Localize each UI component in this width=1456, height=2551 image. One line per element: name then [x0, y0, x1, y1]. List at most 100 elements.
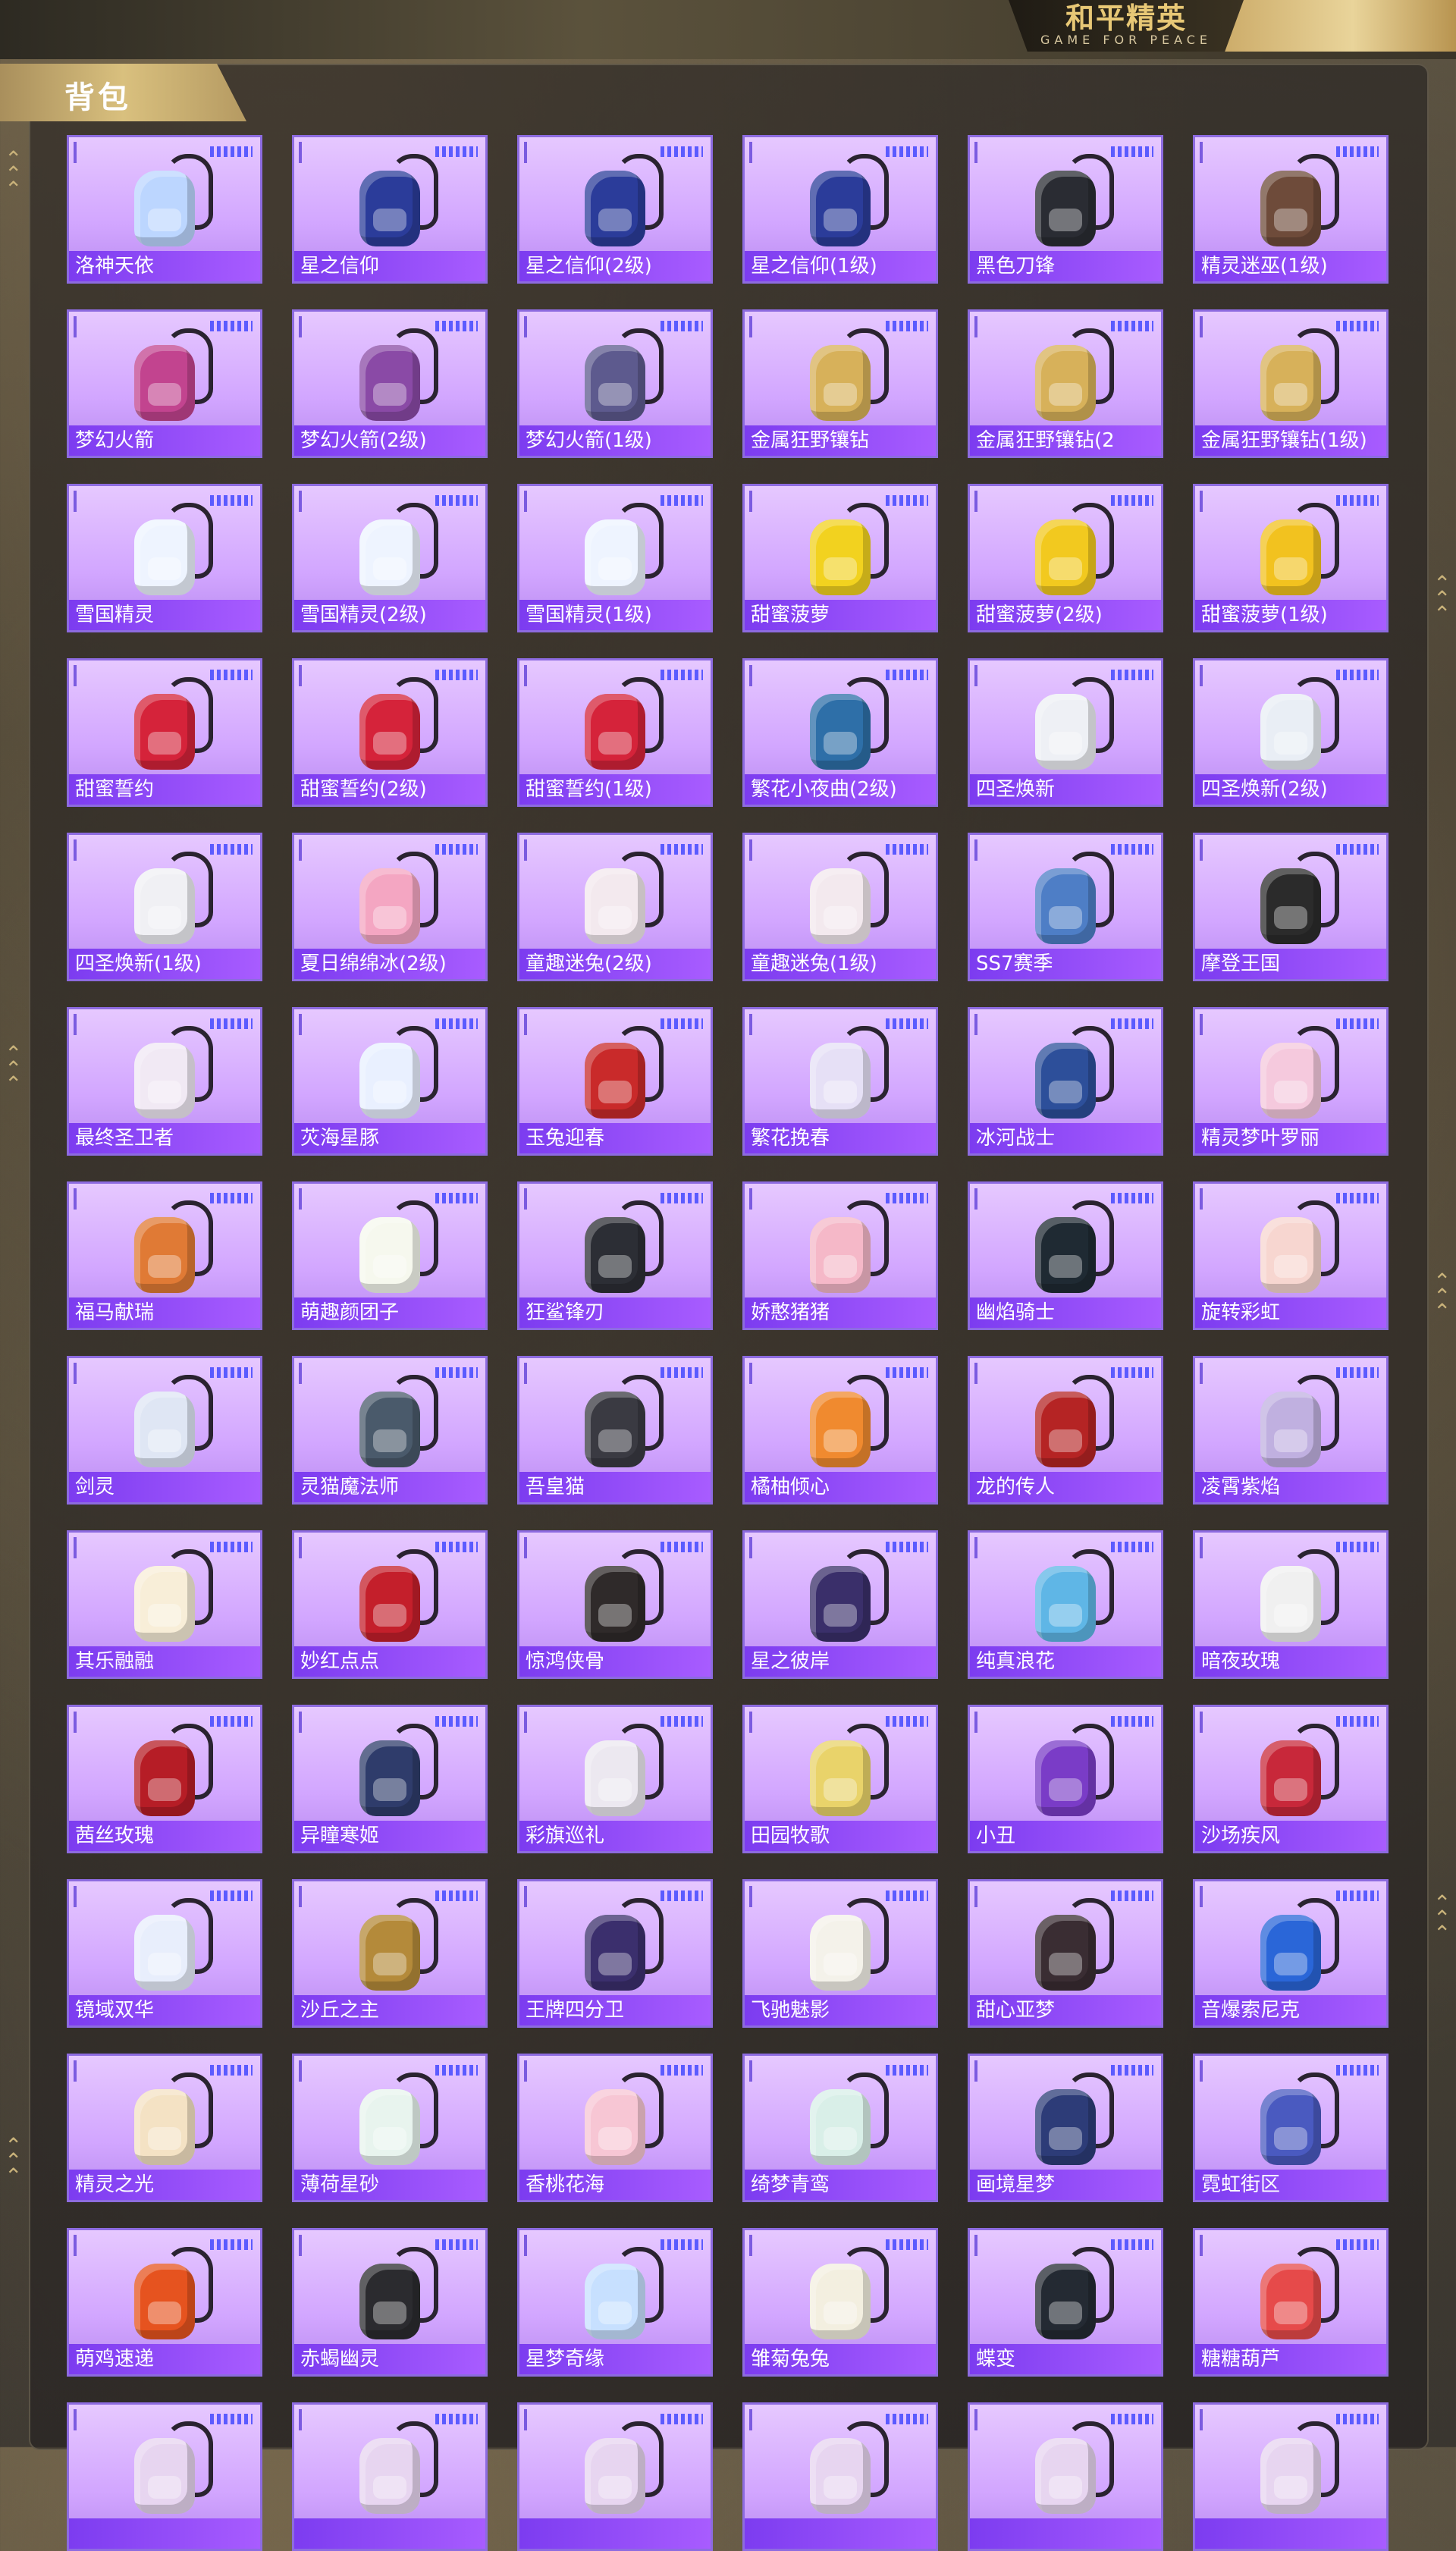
backpack-item-card[interactable]: 雏菊兔兔 [742, 2228, 938, 2377]
rarity-stripes [886, 495, 928, 506]
backpack-pocket [148, 906, 181, 929]
backpack-item-card[interactable]: 糖糖葫芦 [1193, 2228, 1389, 2377]
item-name: 画境星梦 [970, 2170, 1161, 2200]
backpack-item-card[interactable]: 音爆索尼克 [1193, 1879, 1389, 2028]
backpack-icon [119, 847, 213, 949]
backpack-item-card[interactable]: 萌趣颜团子 [292, 1181, 488, 1330]
backpack-icon [344, 324, 438, 425]
backpack-item-card[interactable]: 精灵迷巫(1级) [1193, 135, 1389, 284]
backpack-pocket [1049, 209, 1082, 231]
backpack-item-card[interactable] [292, 2402, 488, 2551]
backpack-item-card[interactable]: SS7赛季 [968, 833, 1163, 981]
backpack-item-card[interactable]: 繁花小夜曲(2级) [742, 658, 938, 807]
backpack-item-card[interactable]: 精灵之光 [67, 2054, 262, 2202]
backpack-item-card[interactable] [67, 2402, 262, 2551]
backpack-item-card[interactable]: 星之彼岸 [742, 1530, 938, 1679]
backpack-item-card[interactable]: 飞驰魅影 [742, 1879, 938, 2028]
backpack-item-card[interactable]: 霓虹街区 [1193, 2054, 1389, 2202]
backpack-item-card[interactable]: 苂海星豚 [292, 1007, 488, 1156]
backpack-item-card[interactable]: 金属狂野镶钻(2 [968, 309, 1163, 458]
backpack-item-card[interactable]: 薄荷星砂 [292, 2054, 488, 2202]
rarity-stripes [661, 1018, 703, 1029]
backpack-item-card[interactable]: 沙场疾风 [1193, 1705, 1389, 1853]
backpack-item-card[interactable]: 旋转彩虹 [1193, 1181, 1389, 1330]
backpack-item-card[interactable]: 镜域双华 [67, 1879, 262, 2028]
backpack-item-card[interactable] [968, 2402, 1163, 2551]
backpack-item-card[interactable]: 其乐融融 [67, 1530, 262, 1679]
backpack-item-card[interactable]: 童趣迷兔(2级) [517, 833, 713, 981]
backpack-item-card[interactable]: 最终圣卫者 [67, 1007, 262, 1156]
backpack-item-card[interactable]: 娇憨猪猪 [742, 1181, 938, 1330]
backpack-item-card[interactable]: 甜蜜菠萝(2级) [968, 484, 1163, 632]
backpack-item-card[interactable]: 剑灵 [67, 1356, 262, 1505]
backpack-item-card[interactable]: 梦幻火箭(1级) [517, 309, 713, 458]
backpack-item-card[interactable]: 四圣焕新 [968, 658, 1163, 807]
backpack-item-card[interactable]: 茜丝玫瑰 [67, 1705, 262, 1853]
backpack-item-card[interactable]: 香桃花海 [517, 2054, 713, 2202]
backpack-item-card[interactable]: 星之信仰 [292, 135, 488, 284]
backpack-item-card[interactable]: 黑色刀锋 [968, 135, 1163, 284]
backpack-icon [344, 1545, 438, 1646]
backpack-item-card[interactable]: 异瞳寒姬 [292, 1705, 488, 1853]
backpack-item-card[interactable]: 雪国精灵 [67, 484, 262, 632]
right-chevron-icon: ⌃ ⌃ ⌃ [1433, 1891, 1451, 1946]
backpack-item-card[interactable]: 童趣迷兔(1级) [742, 833, 938, 981]
backpack-pocket [598, 2302, 632, 2324]
rarity-stripes [886, 1891, 928, 1901]
backpack-item-card[interactable]: 星之信仰(1级) [742, 135, 938, 284]
backpack-item-card[interactable]: 赤蝎幽灵 [292, 2228, 488, 2377]
backpack-item-card[interactable]: 妙红点点 [292, 1530, 488, 1679]
backpack-item-card[interactable]: 梦幻火箭 [67, 309, 262, 458]
backpack-item-card[interactable] [1193, 2402, 1389, 2551]
backpack-item-card[interactable]: 小丑 [968, 1705, 1163, 1853]
item-name: 冰河战士 [970, 1123, 1161, 1153]
backpack-item-card[interactable]: 雪国精灵(2级) [292, 484, 488, 632]
backpack-item-card[interactable]: 甜蜜誓约(1级) [517, 658, 713, 807]
backpack-icon [570, 1894, 664, 1995]
backpack-item-card[interactable]: 星梦奇缘 [517, 2228, 713, 2377]
backpack-item-card[interactable]: 暗夜玫瑰 [1193, 1530, 1389, 1679]
backpack-item-card[interactable]: 福马献瑞 [67, 1181, 262, 1330]
backpack-item-card[interactable]: 甜蜜誓约 [67, 658, 262, 807]
backpack-item-card[interactable]: 金属狂野镶钻 [742, 309, 938, 458]
backpack-item-card[interactable]: 龙的传人 [968, 1356, 1163, 1505]
backpack-item-card[interactable]: 惊鸿侠骨 [517, 1530, 713, 1679]
backpack-item-card[interactable]: 夏日绵绵冰(2级) [292, 833, 488, 981]
backpack-item-card[interactable]: 摩登王国 [1193, 833, 1389, 981]
backpack-item-card[interactable]: 甜蜜誓约(2级) [292, 658, 488, 807]
backpack-item-card[interactable] [742, 2402, 938, 2551]
backpack-item-card[interactable]: 金属狂野镶钻(1级) [1193, 309, 1389, 458]
backpack-item-card[interactable]: 精灵梦叶罗丽 [1193, 1007, 1389, 1156]
backpack-item-card[interactable]: 王牌四分卫 [517, 1879, 713, 2028]
backpack-item-card[interactable]: 四圣焕新(2级) [1193, 658, 1389, 807]
backpack-item-card[interactable]: 画境星梦 [968, 2054, 1163, 2202]
backpack-item-card[interactable]: 纯真浪花 [968, 1530, 1163, 1679]
backpack-item-card[interactable]: 彩旗巡礼 [517, 1705, 713, 1853]
backpack-item-card[interactable]: 甜蜜菠萝 [742, 484, 938, 632]
backpack-item-card[interactable]: 灵猫魔法师 [292, 1356, 488, 1505]
backpack-item-card[interactable]: 蝶变 [968, 2228, 1163, 2377]
backpack-pocket [598, 1429, 632, 1452]
backpack-pocket [1049, 1778, 1082, 1801]
backpack-item-card[interactable]: 星之信仰(2级) [517, 135, 713, 284]
backpack-item-card[interactable]: 绮梦青鸾 [742, 2054, 938, 2202]
backpack-item-card[interactable]: 甜心亚梦 [968, 1879, 1163, 2028]
backpack-item-card[interactable]: 狂鲨锋刃 [517, 1181, 713, 1330]
backpack-item-card[interactable]: 沙丘之主 [292, 1879, 488, 2028]
backpack-item-card[interactable]: 梦幻火箭(2级) [292, 309, 488, 458]
backpack-item-card[interactable]: 雪国精灵(1级) [517, 484, 713, 632]
backpack-item-card[interactable]: 甜蜜菠萝(1级) [1193, 484, 1389, 632]
backpack-item-card[interactable]: 萌鸡速递 [67, 2228, 262, 2377]
backpack-item-card[interactable]: 吾皇猫 [517, 1356, 713, 1505]
backpack-item-card[interactable]: 田园牧歌 [742, 1705, 938, 1853]
backpack-item-card[interactable]: 玉兔迎春 [517, 1007, 713, 1156]
backpack-item-card[interactable]: 橘柚倾心 [742, 1356, 938, 1505]
backpack-item-card[interactable]: 冰河战士 [968, 1007, 1163, 1156]
backpack-pocket [1049, 2476, 1082, 2499]
backpack-item-card[interactable]: 繁花挽春 [742, 1007, 938, 1156]
backpack-item-card[interactable]: 四圣焕新(1级) [67, 833, 262, 981]
backpack-item-card[interactable]: 凌霄紫焰 [1193, 1356, 1389, 1505]
backpack-item-card[interactable]: 幽焰骑士 [968, 1181, 1163, 1330]
backpack-item-card[interactable]: 洛神天依 [67, 135, 262, 284]
backpack-item-card[interactable] [517, 2402, 713, 2551]
